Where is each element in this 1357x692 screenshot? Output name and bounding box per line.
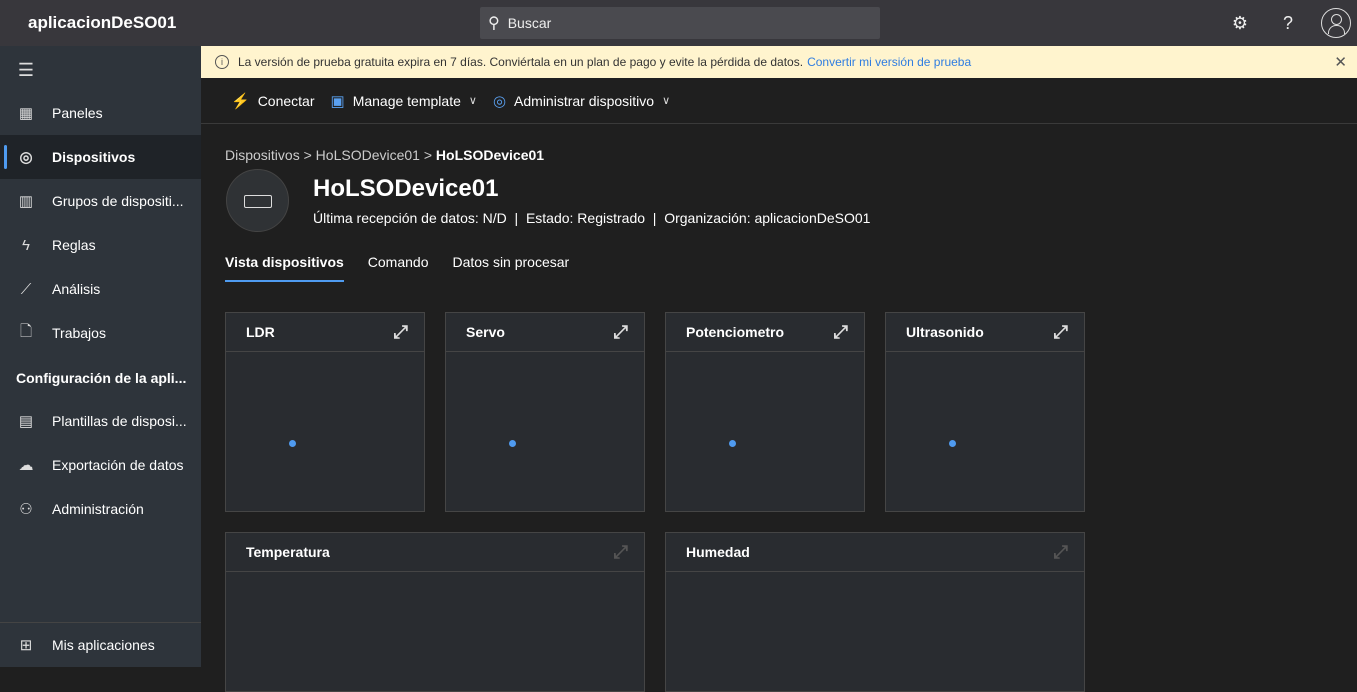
sidebar-item-dispositivos[interactable]: ◎ Dispositivos xyxy=(0,135,201,179)
loading-dot xyxy=(509,440,516,447)
expand-icon[interactable]: ⤢ xyxy=(614,542,628,563)
sidebar-item-label: Administración xyxy=(52,501,144,517)
chevron-down-icon: ∨ xyxy=(468,95,477,107)
connect-label: Conectar xyxy=(257,92,315,109)
sidebar: ☰ ▦ Paneles ◎ Dispositivos ▥ Grupos de disp… xyxy=(0,46,201,667)
jobs-icon: 🗋 xyxy=(19,322,33,340)
sidebar-section-config[interactable]: Configuración de la apli... xyxy=(16,370,186,386)
user-avatar-icon[interactable] xyxy=(1321,8,1351,38)
expand-icon[interactable]: ⤢ xyxy=(1054,322,1068,343)
tile-title: LDR xyxy=(246,324,275,340)
manage-device-button[interactable]: ◎ Administrar dispositivo ∨ xyxy=(493,92,670,110)
tab-datos-sin-procesar[interactable]: Datos sin procesar xyxy=(452,254,569,282)
sidebar-item-trabajos[interactable]: 🗋 Trabajos xyxy=(0,311,201,355)
sidebar-item-reglas[interactable]: ϟ Reglas xyxy=(0,223,201,267)
scrollbar[interactable] xyxy=(1345,124,1357,667)
breadcrumb-current: HoLSODevice01 xyxy=(435,147,545,163)
search-icon: ⚲ xyxy=(488,15,500,32)
sidebar-item-label: Reglas xyxy=(52,237,96,253)
banner-text: La versión de prueba gratuita expira en … xyxy=(238,55,804,69)
device-manage-icon: ◎ xyxy=(492,92,507,110)
tab-vista-dispositivos[interactable]: Vista dispositivos xyxy=(225,254,344,282)
tile-potenciometro: Potenciometro ⤢ xyxy=(665,312,865,512)
app-title[interactable]: aplicacionDeSO01 xyxy=(28,13,176,33)
info-icon: i xyxy=(215,55,229,69)
dashboard-icon: ▦ xyxy=(18,105,34,122)
expand-icon[interactable]: ⤢ xyxy=(614,322,628,343)
trial-banner: i La versión de prueba gratuita expira e… xyxy=(201,46,1357,78)
help-icon[interactable]: ? xyxy=(1275,10,1301,36)
manage-label: Administrar dispositivo xyxy=(514,92,655,109)
manage-template-button[interactable]: ▣ Manage template ∨ xyxy=(331,92,477,110)
tile-title: Potenciometro xyxy=(686,324,785,340)
search-input[interactable]: ⚲ Buscar xyxy=(480,7,880,39)
sidebar-item-label: Grupos de dispositi... xyxy=(52,193,184,209)
sidebar-item-paneles[interactable]: ▦ Paneles xyxy=(0,91,201,135)
tile-title: Ultrasonido xyxy=(906,324,984,340)
plug-icon: ⚡ xyxy=(231,92,250,110)
device-icon xyxy=(226,169,289,232)
template-icon: ▣ xyxy=(330,92,345,110)
expand-icon[interactable]: ⤢ xyxy=(394,322,408,343)
tile-ldr: LDR ⤢ xyxy=(225,312,425,512)
tile-ultrasonido: Ultrasonido ⤢ xyxy=(885,312,1085,512)
templates-icon: ▤ xyxy=(18,413,34,430)
export-icon: ☁ xyxy=(18,457,34,474)
breadcrumb: Dispositivos > HoLSODevice01 > HoLSODevi… xyxy=(225,147,545,163)
tile-temperatura: Temperatura ⤢ xyxy=(225,532,645,692)
sidebar-item-administracion[interactable]: ⚇ Administración xyxy=(0,487,201,531)
sidebar-item-label: Mis aplicaciones xyxy=(52,636,155,653)
loading-dot xyxy=(949,440,956,447)
tabs: Vista dispositivos Comando Datos sin pro… xyxy=(225,254,593,282)
hamburger-menu-icon[interactable]: ☰ xyxy=(0,48,201,92)
loading-dot xyxy=(729,440,736,447)
search-placeholder: Buscar xyxy=(507,15,552,31)
tile-servo: Servo ⤢ xyxy=(445,312,645,512)
sidebar-item-exportacion[interactable]: ☁ Exportación de datos xyxy=(0,443,201,487)
tab-comando[interactable]: Comando xyxy=(368,254,429,282)
device-meta: Última recepción de datos: N/D | Estado:… xyxy=(313,210,871,226)
sidebar-item-label: Exportación de datos xyxy=(52,457,184,473)
page-title: HoLSODevice01 xyxy=(313,175,499,202)
rules-icon: ϟ xyxy=(22,236,30,254)
device-groups-icon: ▥ xyxy=(18,193,34,210)
chevron-down-icon: ∨ xyxy=(662,95,671,107)
convert-trial-link[interactable]: Convertir mi versión de prueba xyxy=(807,55,971,69)
breadcrumb-devices[interactable]: Dispositivos xyxy=(225,147,300,163)
settings-gear-icon[interactable]: ⚙ xyxy=(1227,10,1253,36)
sidebar-item-label: Plantillas de disposi... xyxy=(52,413,187,429)
template-label: Manage template xyxy=(352,92,461,109)
devices-icon: ◎ xyxy=(19,149,33,166)
expand-icon[interactable]: ⤢ xyxy=(1054,542,1068,563)
expand-icon[interactable]: ⤢ xyxy=(834,322,848,343)
analytics-icon: ⟋ xyxy=(20,280,32,298)
breadcrumb-parent[interactable]: HoLSODevice01 xyxy=(316,147,420,163)
loading-dot xyxy=(289,440,296,447)
sidebar-item-label: Trabajos xyxy=(52,325,106,341)
sidebar-item-analisis[interactable]: ⟋ Análisis xyxy=(0,267,201,311)
close-icon[interactable]: ✕ xyxy=(1334,53,1347,71)
sidebar-item-grupos[interactable]: ▥ Grupos de dispositi... xyxy=(0,179,201,223)
sidebar-item-plantillas[interactable]: ▤ Plantillas de disposi... xyxy=(0,399,201,443)
apps-icon: ⊞ xyxy=(19,636,33,654)
admin-icon: ⚇ xyxy=(19,501,33,518)
top-bar: aplicacionDeSO01 ⚲ Buscar ⚙ ? xyxy=(0,0,1357,46)
sidebar-item-mis-aplicaciones[interactable]: ⊞ Mis aplicaciones xyxy=(0,622,201,666)
tile-title: Humedad xyxy=(686,544,750,560)
command-bar: ⚡ Conectar ▣ Manage template ∨ ◎ Administrar… xyxy=(201,78,1357,124)
tile-title: Servo xyxy=(466,324,505,340)
tile-humedad: Humedad ⤢ xyxy=(665,532,1085,692)
sidebar-item-label: Paneles xyxy=(52,105,103,121)
sidebar-item-label: Dispositivos xyxy=(52,149,136,165)
tile-title: Temperatura xyxy=(246,544,330,560)
sidebar-item-label: Análisis xyxy=(52,281,101,297)
connect-button[interactable]: ⚡ Conectar xyxy=(231,92,315,110)
